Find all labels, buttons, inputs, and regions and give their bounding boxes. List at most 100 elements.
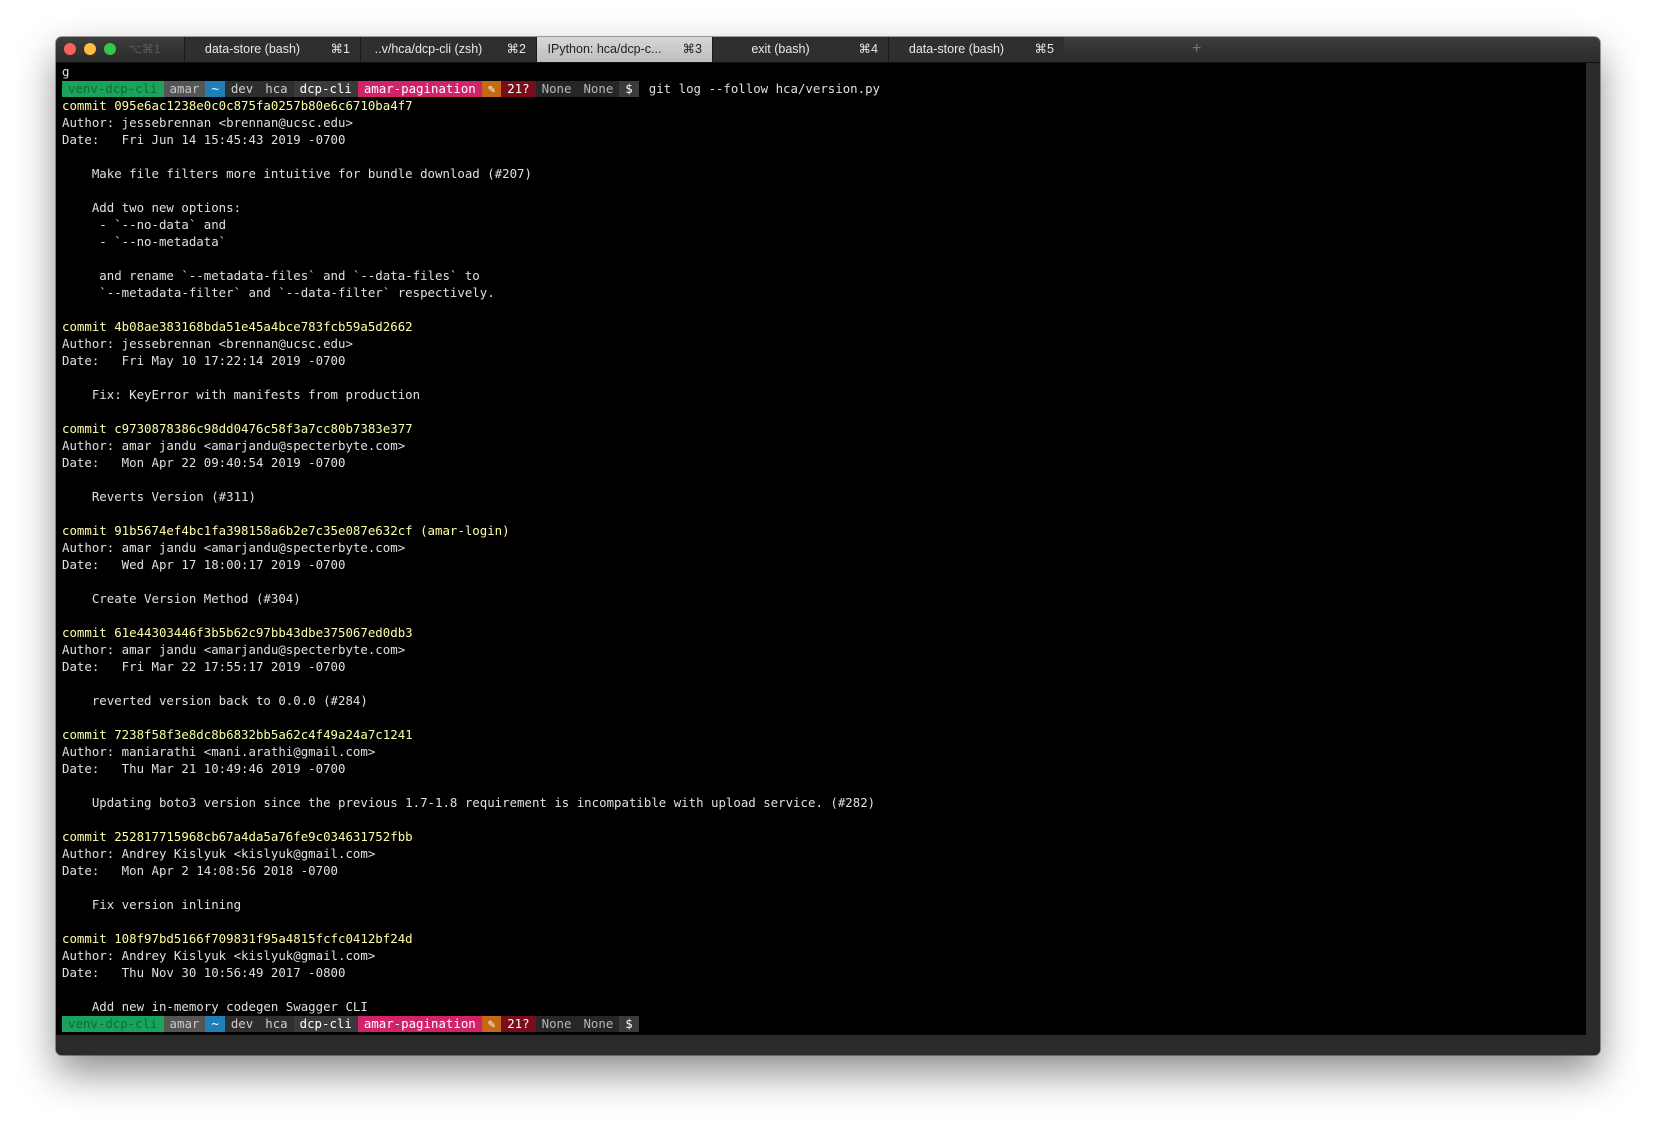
prompt-segment: hca — [259, 1015, 294, 1032]
prompt-segment: None — [535, 1015, 578, 1032]
log-line: Reverts Version (#311) — [62, 489, 256, 504]
log-line: Author: amar jandu <amarjandu@specterbyt… — [62, 642, 406, 657]
minimize-window-button[interactable] — [84, 43, 96, 55]
commit-hash-line: commit 108f97bd5166f709831f95a4815fcfc04… — [62, 931, 413, 946]
scrollbar[interactable] — [1586, 63, 1600, 1035]
log-line: Date: Fri Jun 14 15:45:43 2019 -0700 — [62, 132, 346, 147]
terminal-buffer: g venv-dcp-cli amar ~ dev hca dcp-cli amar-pagi… — [62, 63, 1584, 1032]
log-line: Author: jessebrennan <brennan@ucsc.edu> — [62, 115, 353, 130]
prompt-segment: ✎ — [481, 80, 502, 97]
tab-5[interactable]: data-store (bash) ⌘5 — [888, 37, 1064, 62]
log-line: Date: Thu Mar 21 10:49:46 2019 -0700 — [62, 761, 346, 776]
title-bar: ⌥⌘1 data-store (bash) ⌘1 ..v/hca/dcp-cli (… — [56, 37, 1600, 63]
tab-shortcut: ⌘1 — [330, 42, 350, 56]
tab-label: data-store (bash) — [204, 42, 301, 56]
prompt-segment: amar — [163, 80, 206, 97]
prompt-segment: amar-pagination — [357, 1015, 482, 1032]
log-line: Date: Fri May 10 17:22:14 2019 -0700 — [62, 353, 346, 368]
log-line: `--metadata-filter` and `--data-filter` … — [62, 285, 495, 300]
log-line: Author: amar jandu <amarjandu@specterbyt… — [62, 438, 406, 453]
log-line: Author: Andrey Kislyuk <kislyuk@gmail.co… — [62, 846, 376, 861]
prompt-segment: ~ — [205, 1015, 225, 1032]
terminal-window: ⌥⌘1 data-store (bash) ⌘1 ..v/hca/dcp-cli (… — [56, 37, 1600, 1055]
window-shortcut: ⌥⌘1 — [128, 42, 161, 56]
prompt-command: git log --follow hca/version.py — [648, 81, 881, 96]
commit-hash-line: commit 4b08ae383168bda51e45a4bce783fcb59… — [62, 319, 413, 334]
log-line: Make file filters more intuitive for bun… — [62, 166, 532, 181]
commit-hash-line: commit 7238f58f3e8dc8b6832bb5a62c4f49a24… — [62, 727, 413, 742]
tab-label: exit (bash) — [751, 42, 810, 56]
log-line: and rename `--metadata-files` and `--dat… — [62, 268, 480, 283]
prompt-segment: $ — [619, 1015, 639, 1032]
zoom-window-button[interactable] — [104, 43, 116, 55]
prompt-segment: dcp-cli — [293, 80, 358, 97]
log-line: Author: Andrey Kislyuk <kislyuk@gmail.co… — [62, 948, 376, 963]
prompt-segment: venv-dcp-cli — [62, 80, 164, 97]
tab-shortcut: ⌘2 — [506, 42, 526, 56]
prompt-segment: dev — [224, 80, 260, 97]
tab-shortcut: ⌘5 — [1034, 42, 1054, 56]
log-line: Updating boto3 version since the previou… — [62, 795, 876, 810]
tab-shortcut: ⌘3 — [682, 42, 702, 56]
command-prompt: venv-dcp-cli amar ~ dev hca dcp-cli amar-pagin… — [62, 80, 1584, 97]
prompt-segment: dev — [224, 1015, 260, 1032]
log-line: Create Version Method (#304) — [62, 591, 301, 606]
log-line: Date: Mon Apr 2 14:08:56 2018 -0700 — [62, 863, 339, 878]
status-strip — [56, 1035, 1600, 1055]
prompt-segment: hca — [259, 80, 294, 97]
prompt-segment: None — [577, 80, 620, 97]
log-line: Fix: KeyError with manifests from produc… — [62, 387, 421, 402]
log-line: Date: Wed Apr 17 18:00:17 2019 -0700 — [62, 557, 346, 572]
prompt-segment: ✎ — [481, 1015, 502, 1032]
commit-hash-line: commit 095e6ac1238e0c0c875fa0257b80e6c67… — [62, 98, 413, 113]
prompt-segment: None — [535, 80, 578, 97]
new-tab-button[interactable]: + — [1192, 37, 1201, 61]
log-line: Add new in-memory codegen Swagger CLI — [62, 999, 368, 1014]
log-line: Date: Fri Mar 22 17:55:17 2019 -0700 — [62, 659, 346, 674]
tab-2[interactable]: ..v/hca/dcp-cli (zsh) ⌘2 — [360, 37, 536, 62]
log-line: Date: Mon Apr 22 09:40:54 2019 -0700 — [62, 455, 346, 470]
prompt-segment: ~ — [205, 80, 225, 97]
prompt-segment: $ — [619, 80, 639, 97]
output-line: g — [62, 64, 70, 79]
tab-4[interactable]: exit (bash) ⌘4 — [712, 37, 888, 62]
log-line: Add two new options: — [62, 200, 242, 215]
log-line: Author: maniarathi <mani.arathi@gmail.co… — [62, 744, 376, 759]
close-window-button[interactable] — [64, 43, 76, 55]
prompt-segment: dcp-cli — [293, 1015, 358, 1032]
tab-3[interactable]: IPython: hca/dcp-c... ⌘3 — [536, 37, 712, 62]
tab-1[interactable]: data-store (bash) ⌘1 — [184, 37, 360, 62]
commit-hash-line: commit c9730878386c98dd0476c58f3a7cc80b7… — [62, 421, 413, 436]
active-prompt: venv-dcp-cli amar ~ dev hca dcp-cli amar-pagin… — [62, 1015, 1584, 1032]
log-line: - `--no-metadata` — [62, 234, 227, 249]
prompt-segment: 21? — [501, 80, 536, 97]
log-line: - `--no-data` and — [62, 217, 227, 232]
prompt-segment: 21? — [501, 1015, 536, 1032]
tab-label: data-store (bash) — [908, 42, 1005, 56]
tab-label: IPython: hca/dcp-c... — [547, 42, 662, 56]
tab-shortcut: ⌘4 — [858, 42, 878, 56]
terminal-output[interactable]: g venv-dcp-cli amar ~ dev hca dcp-cli amar-pagi… — [56, 63, 1600, 1055]
log-line: Author: jessebrennan <brennan@ucsc.edu> — [62, 336, 353, 351]
prompt-segment: amar-pagination — [357, 80, 482, 97]
log-line: reverted version back to 0.0.0 (#284) — [62, 693, 368, 708]
prompt-segment: None — [577, 1015, 620, 1032]
commit-hash-line: commit 91b5674ef4bc1fa398158a6b2e7c35e08… — [62, 523, 510, 538]
log-line: Author: amar jandu <amarjandu@specterbyt… — [62, 540, 406, 555]
